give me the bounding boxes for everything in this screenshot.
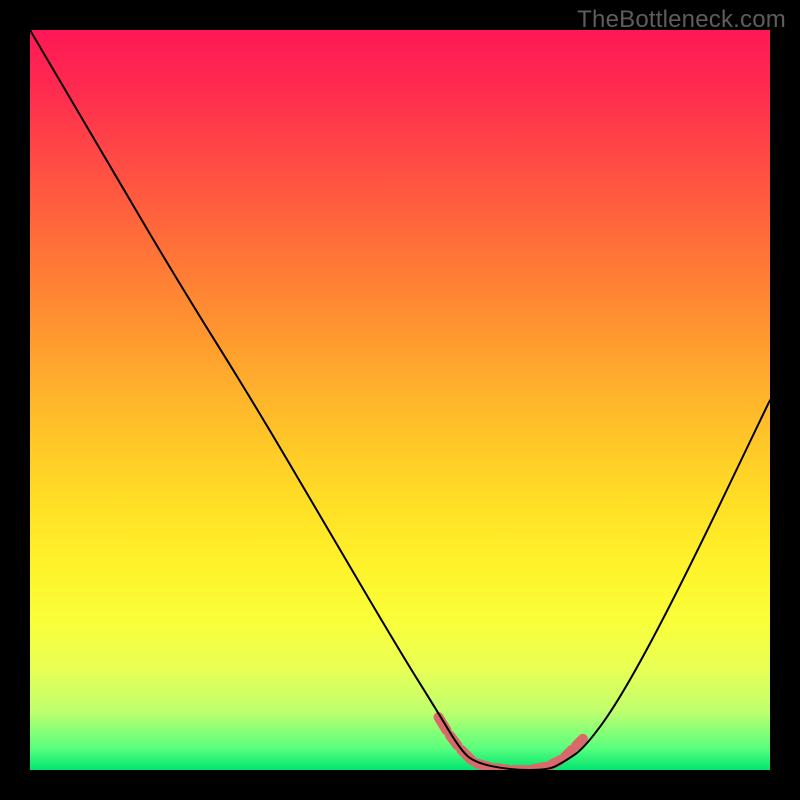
curve-svg [30, 30, 770, 770]
plot-area [30, 30, 770, 770]
bottleneck-curve [30, 30, 770, 770]
chart-container: TheBottleneck.com [0, 0, 800, 800]
